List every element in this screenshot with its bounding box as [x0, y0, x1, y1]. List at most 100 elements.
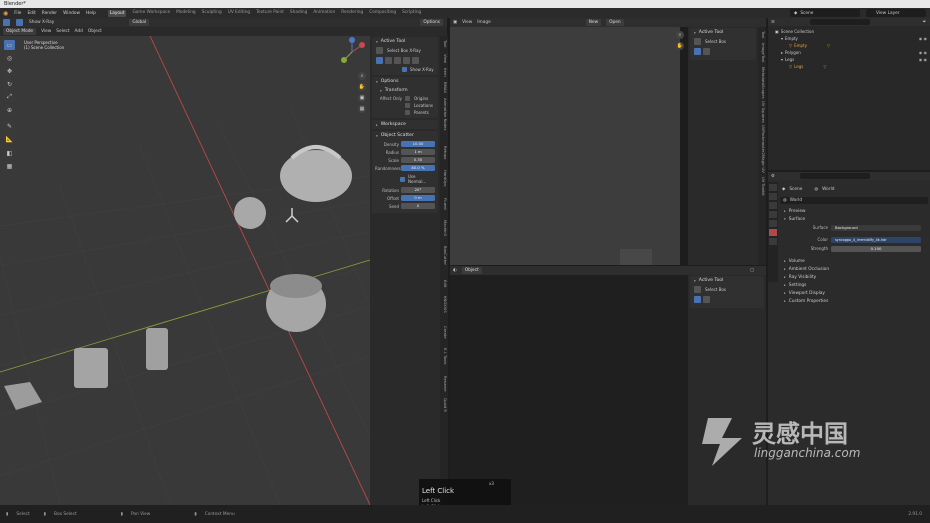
- color-texture-field[interactable]: syncogpo_4_Irremidlify_4k.hdr: [831, 236, 921, 243]
- teapot-object[interactable]: [280, 150, 352, 202]
- node-editor-canvas[interactable]: [450, 275, 688, 505]
- menu-render[interactable]: Render: [42, 11, 57, 16]
- mode-invert-icon[interactable]: [403, 57, 410, 64]
- navigation-gizmo[interactable]: [336, 36, 368, 68]
- tab-ei-tools[interactable]: E.I. Tools: [440, 348, 448, 365]
- chair-object-1[interactable]: [146, 328, 168, 370]
- tab-uv-editing[interactable]: UV Editing: [228, 10, 250, 17]
- scene-tab-icon[interactable]: [769, 220, 777, 227]
- visibility-eye-icon[interactable]: ◉ ◉: [919, 57, 927, 62]
- texture-tab-icon[interactable]: [769, 238, 777, 245]
- image-tab-image[interactable]: Image: [758, 43, 766, 55]
- camera-icon[interactable]: ▣: [358, 94, 366, 102]
- chair-object-2[interactable]: [74, 348, 108, 388]
- zoom-icon[interactable]: ⌕: [358, 72, 366, 80]
- mode-subtract-icon[interactable]: [394, 57, 401, 64]
- grid-icon[interactable]: ▦: [358, 105, 366, 113]
- mode-set-icon[interactable]: [376, 57, 383, 64]
- transform-tool-icon[interactable]: ⊕: [4, 105, 15, 115]
- image-tab-uv-toolkit[interactable]: UV Toolkit: [758, 177, 766, 196]
- image-tab-uv-squares[interactable]: UV Squares: [758, 101, 766, 123]
- tab-fluent[interactable]: Fluent: [440, 198, 448, 210]
- outliner-search-input[interactable]: [809, 19, 870, 25]
- visibility-eye-icon[interactable]: ◉ ◉: [919, 50, 927, 55]
- node-mode-set-icon[interactable]: [694, 296, 701, 303]
- outliner-row[interactable]: ▣ Scene Collection: [771, 28, 927, 35]
- tab-modeling[interactable]: Modeling: [176, 10, 196, 17]
- image-menu-view[interactable]: View: [462, 20, 472, 25]
- outliner-type-icon[interactable]: ☰: [771, 20, 775, 25]
- menu-file[interactable]: File: [14, 11, 21, 16]
- image-tab-metadata[interactable]: Metadata: [758, 67, 766, 85]
- node-mode-extend-icon[interactable]: [703, 296, 710, 303]
- density-field[interactable]: 10.00: [401, 141, 435, 147]
- node-select-box-icon[interactable]: [694, 286, 701, 293]
- tab-layout[interactable]: Layout: [107, 9, 127, 17]
- randomness-field[interactable]: 80.0 %: [401, 165, 435, 171]
- filter-icon[interactable]: ⏷: [923, 20, 926, 25]
- node-mode-dropdown[interactable]: Object: [461, 267, 482, 274]
- image-tab-magic-uv[interactable]: Magic UV: [758, 155, 766, 173]
- tab-rendering[interactable]: Rendering: [341, 10, 363, 17]
- editor-type-icon[interactable]: ▣: [453, 20, 457, 25]
- offset-field[interactable]: 0 m: [401, 195, 435, 201]
- tab-boxcutter[interactable]: BoxCutter: [440, 246, 448, 265]
- properties-type-icon[interactable]: ⚙: [771, 174, 775, 179]
- new-image-button[interactable]: New: [585, 19, 602, 26]
- tab-compositing[interactable]: Compositing: [369, 10, 396, 17]
- move-tool-icon[interactable]: ✥: [4, 66, 15, 76]
- mode-extend-icon[interactable]: [385, 57, 392, 64]
- output-tab-icon[interactable]: [769, 202, 777, 209]
- outliner-row[interactable]: ▾ Legs ◉ ◉: [771, 56, 927, 63]
- scene-selector[interactable]: ◆ Scene: [790, 9, 860, 17]
- tab-quad-r[interactable]: Quad R: [440, 398, 448, 412]
- view-layer-selector[interactable]: View Layer: [866, 9, 926, 17]
- tab-game-workspace[interactable]: Game Workspace: [132, 10, 170, 17]
- strength-field[interactable]: 0.100: [831, 245, 921, 252]
- sphere-object[interactable]: [234, 197, 266, 229]
- menu-view[interactable]: View: [41, 29, 51, 34]
- tab-create[interactable]: Create: [440, 326, 448, 339]
- tab-rename[interactable]: Rename: [440, 376, 448, 392]
- tab-animation[interactable]: Animation: [313, 10, 335, 17]
- outliner-row[interactable]: ▸ Polygon ◉ ◉: [771, 49, 927, 56]
- tab-edit[interactable]: Edit: [440, 280, 448, 287]
- image-select-box-icon[interactable]: [694, 38, 701, 45]
- tool-tab-icon[interactable]: [769, 184, 777, 191]
- tab-shading[interactable]: Shading: [290, 10, 307, 17]
- menu-object[interactable]: Object: [88, 29, 102, 34]
- pan-hand-icon[interactable]: ✋: [358, 83, 366, 91]
- viewport-display-section[interactable]: ▸ Viewport Display: [780, 289, 928, 297]
- xray-toggle-icon[interactable]: [16, 19, 23, 26]
- menu-select[interactable]: Select: [56, 29, 69, 34]
- add-cube-tool-icon[interactable]: ◧: [4, 148, 15, 158]
- tab-scripting[interactable]: Scripting: [402, 10, 421, 17]
- image-zoom-icon[interactable]: ⌕: [676, 31, 684, 39]
- image-mode-extend-icon[interactable]: [703, 48, 710, 55]
- mode-dropdown[interactable]: Object Mode: [3, 28, 37, 35]
- select-mode-icon[interactable]: [3, 19, 10, 26]
- pin-icon[interactable]: ▢: [750, 268, 754, 273]
- tab-retopo[interactable]: Retopo: [440, 146, 448, 159]
- outliner-row[interactable]: ▽ Legs ▽: [771, 63, 927, 70]
- scale-field[interactable]: 0.30: [401, 157, 435, 163]
- radius-field[interactable]: 1 m: [401, 149, 435, 155]
- world-tab-icon[interactable]: [769, 229, 777, 236]
- select-box-icon[interactable]: [376, 47, 383, 54]
- scale-tool-icon[interactable]: ⤢: [4, 92, 15, 102]
- tab-view[interactable]: View: [440, 54, 448, 63]
- image-editor-canvas[interactable]: [450, 27, 680, 265]
- viewport-3d[interactable]: User Perspective (1) Scene Collection ▭ …: [0, 36, 370, 505]
- image-pan-hand-icon[interactable]: ✋: [676, 42, 684, 50]
- image-tab-tool-2[interactable]: Tool: [758, 55, 766, 62]
- custom-properties-section[interactable]: ▸ Custom Properties: [780, 297, 928, 305]
- node-editor-type-icon[interactable]: ◐: [453, 268, 457, 273]
- tab-bmax[interactable]: BMAX: [440, 82, 448, 93]
- ambient-occlusion-section[interactable]: ▸ Ambient Occlusion: [780, 265, 928, 273]
- volume-section[interactable]: ▸ Volume: [780, 257, 928, 265]
- image-tab-scopes[interactable]: Scopes: [758, 85, 766, 99]
- annotate-tool-icon[interactable]: ✎: [4, 121, 15, 131]
- show-xray-label[interactable]: Show X-Ray: [29, 20, 54, 25]
- tab-item[interactable]: Item: [440, 68, 448, 77]
- tab-tool[interactable]: Tool: [440, 40, 448, 47]
